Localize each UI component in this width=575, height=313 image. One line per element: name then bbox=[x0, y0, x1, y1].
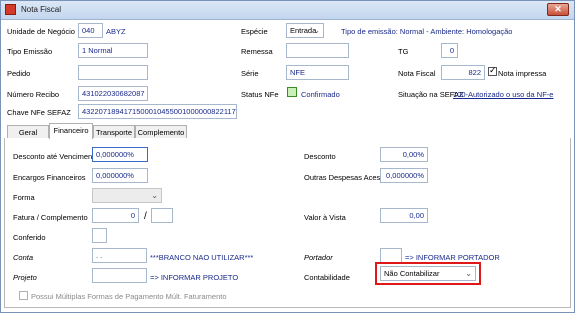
especie-select[interactable]: Entrada ⌄ bbox=[286, 23, 324, 38]
tab-financeiro[interactable]: Financeiro bbox=[49, 123, 93, 139]
valor-vista-input[interactable]: 0,00 bbox=[380, 208, 428, 223]
pedido-label: Pedido bbox=[7, 69, 31, 78]
encargos-input[interactable]: 0,000000% bbox=[92, 168, 148, 183]
tipo-emissao-label: Tipo Emissão bbox=[7, 47, 53, 56]
nota-impressa-label: Nota impressa bbox=[498, 69, 547, 78]
projeto-input[interactable] bbox=[92, 268, 147, 283]
serie-label: Série bbox=[241, 69, 259, 78]
chevron-down-icon: ⌄ bbox=[151, 191, 158, 200]
tab-complemento[interactable]: Complemento bbox=[135, 125, 187, 139]
projeto-info: => INFORMAR PROJETO bbox=[150, 273, 239, 282]
window-title: Nota Fiscal bbox=[21, 5, 62, 14]
tab-transporte[interactable]: Transporte bbox=[93, 125, 135, 139]
portador-input[interactable] bbox=[380, 248, 402, 263]
tg-label: TG bbox=[398, 47, 409, 56]
desconto-label: Desconto bbox=[304, 152, 336, 161]
outras-despesas-input[interactable]: 0,000000% bbox=[380, 168, 428, 183]
conferido-label: Conferido bbox=[13, 233, 46, 242]
status-nfe-label: Status NFe bbox=[241, 90, 279, 99]
tipo-emissao-input[interactable]: 1 Normal bbox=[78, 43, 148, 58]
portador-info: => INFORMAR PORTADOR bbox=[405, 253, 500, 262]
multiplas-formas-checkbox[interactable] bbox=[19, 291, 28, 300]
portador-label: Portador bbox=[304, 253, 333, 262]
serie-input[interactable]: NFE bbox=[286, 65, 349, 80]
chave-nfe-label: Chave NFe SEFAZ bbox=[7, 108, 71, 117]
fatura-separator: / bbox=[144, 211, 147, 222]
forma-label: Forma bbox=[13, 193, 35, 202]
status-indicator-icon bbox=[287, 87, 297, 97]
outras-despesas-label: Outras Despesas Acess. bbox=[304, 173, 387, 182]
valor-vista-label: Valor à Vista bbox=[304, 213, 346, 222]
nota-fiscal-label: Nota Fiscal bbox=[398, 69, 436, 78]
unidade-code-input[interactable]: 040 bbox=[78, 23, 103, 38]
fatura-input[interactable]: 0 bbox=[92, 208, 139, 223]
especie-label: Espécie bbox=[241, 27, 268, 36]
conta-input[interactable]: . . bbox=[92, 248, 147, 263]
complemento-input[interactable] bbox=[151, 208, 173, 223]
contabilidade-label: Contabilidade bbox=[304, 273, 350, 282]
conta-info: ***BRANCO NAO UTILIZAR*** bbox=[150, 253, 254, 262]
chevron-down-icon: ⌄ bbox=[465, 269, 472, 278]
contabilidade-select[interactable]: Não Contabilizar ⌄ bbox=[380, 266, 476, 281]
remessa-label: Remessa bbox=[241, 47, 273, 56]
numero-recibo-label: Número Recibo bbox=[7, 90, 60, 99]
conferido-input[interactable] bbox=[92, 228, 107, 243]
nota-impressa-checkbox[interactable] bbox=[488, 65, 497, 76]
app-icon bbox=[5, 4, 16, 15]
pedido-input[interactable] bbox=[78, 65, 148, 80]
unidade-name: ABYZ bbox=[106, 27, 126, 36]
tab-geral[interactable]: Geral bbox=[7, 125, 49, 139]
nota-fiscal-window: Nota Fiscal ✕ Unidade de Negócio 040 ABY… bbox=[0, 0, 575, 313]
multiplas-formas-label: Possui Múltiplas Formas de Pagamento Múl… bbox=[31, 292, 227, 301]
unidade-label: Unidade de Negócio bbox=[7, 27, 75, 36]
nota-fiscal-input[interactable]: 822 bbox=[441, 65, 485, 80]
remessa-input[interactable] bbox=[286, 43, 349, 58]
chevron-down-icon: ⌄ bbox=[313, 26, 320, 35]
title-bar: Nota Fiscal ✕ bbox=[1, 1, 574, 20]
close-button[interactable]: ✕ bbox=[547, 3, 569, 16]
situacao-sefaz-link[interactable]: 100-Autorizado o uso da NF-e bbox=[453, 90, 553, 99]
chave-nfe-input[interactable]: 4322071894171500010455001000000822117799… bbox=[78, 104, 237, 119]
desconto-vencimento-label: Desconto até Vencimento bbox=[13, 152, 99, 161]
forma-select[interactable]: ⌄ bbox=[92, 188, 162, 203]
numero-recibo-input[interactable]: 431022030682087 bbox=[78, 86, 148, 101]
fatura-label: Fatura / Complemento bbox=[13, 213, 88, 222]
desconto-vencimento-input[interactable]: 0,000000% bbox=[92, 147, 148, 162]
conta-label: Conta bbox=[13, 253, 34, 262]
financeiro-panel bbox=[4, 138, 571, 308]
projeto-label: Projeto bbox=[13, 273, 37, 282]
status-nfe-value: Confirmado bbox=[301, 90, 340, 99]
desconto-input[interactable]: 0,00% bbox=[380, 147, 428, 162]
contabilidade-value: Não Contabilizar bbox=[384, 269, 440, 278]
tipo-emissao-info: Tipo de emissão: Normal - Ambiente: Homo… bbox=[341, 27, 513, 36]
encargos-label: Encargos Financeiros bbox=[13, 173, 86, 182]
tg-input[interactable]: 0 bbox=[441, 43, 458, 58]
